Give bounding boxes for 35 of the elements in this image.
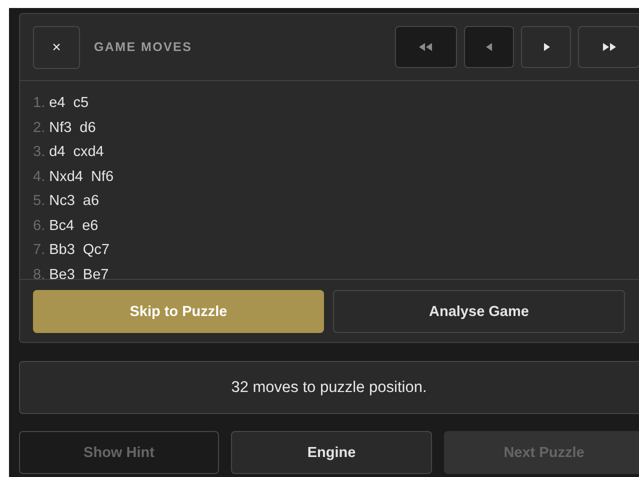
analyse-game-button[interactable]: Analyse Game [333, 290, 625, 333]
fast-forward-icon [602, 43, 616, 51]
move-text: Nxd4 [49, 168, 83, 185]
move-text: a6 [82, 193, 100, 210]
move-number: 4. [33, 168, 46, 185]
next-move-button[interactable] [521, 26, 571, 68]
play-icon [542, 43, 550, 51]
move-number: 8. [33, 266, 46, 279]
move-text: Nf6 [90, 168, 114, 185]
move-number: 1. [33, 95, 46, 112]
move-text: Bc4 [49, 218, 74, 234]
move-text: Nc3 [49, 193, 75, 210]
move-number: 7. [33, 242, 46, 258]
move-text: d4 [49, 144, 66, 160]
move-text: Nf3 [49, 120, 72, 136]
status-message: 32 moves to puzzle position. [231, 378, 428, 396]
engine-button[interactable]: Engine [231, 431, 432, 474]
move-text: Bb3 [49, 242, 75, 258]
move-text: d6 [80, 120, 96, 136]
move-number: 3. [33, 144, 46, 160]
move-text: c5 [73, 95, 89, 112]
back-icon [486, 43, 492, 51]
move-number: 2. [33, 120, 46, 136]
panel-title: GAME MOVES [94, 40, 194, 54]
move-text: e4 [49, 95, 66, 112]
close-button[interactable]: × [33, 26, 80, 68]
move-text: Be3 [49, 266, 75, 279]
rewind-icon [419, 43, 433, 51]
move-text: Be7 [82, 266, 109, 279]
move-text: e6 [82, 218, 98, 234]
move-text: Qc7 [82, 242, 110, 258]
move-number: 6. [33, 218, 46, 234]
move-number: 5. [33, 193, 46, 210]
last-move-button[interactable] [578, 26, 639, 68]
move-text: cxd4 [73, 144, 104, 160]
